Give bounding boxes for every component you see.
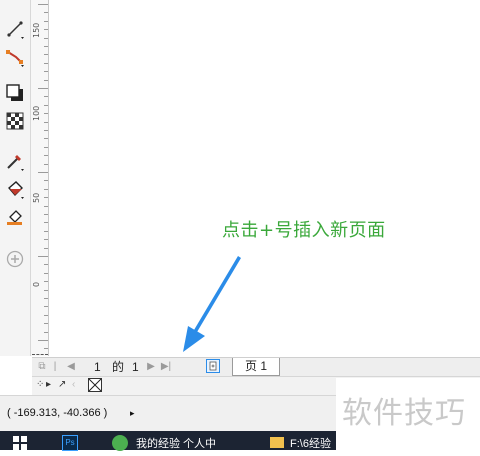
ruler-label: 0 (32, 281, 41, 287)
ruler-tick (44, 298, 48, 299)
ruler-tick (44, 20, 48, 22)
ruler-tick (44, 71, 48, 73)
annotation-text: 点击+号插入新页面 (222, 220, 386, 241)
connector-tool-icon[interactable] (4, 46, 26, 68)
add-page-button[interactable] (206, 359, 220, 373)
ruler-tick (44, 79, 48, 81)
eyedropper-tool-icon[interactable] (4, 150, 26, 172)
ruler-tick (44, 306, 48, 308)
ruler-tick (44, 230, 48, 232)
total-page-number: 1 (132, 360, 139, 374)
ruler-tick (38, 4, 48, 5)
ruler-tick (44, 96, 48, 98)
ruler-tick (44, 281, 48, 283)
no-color-swatch[interactable] (88, 378, 102, 392)
folder-icon[interactable] (270, 433, 286, 450)
ruler-tick (44, 113, 48, 115)
ruler-tick (44, 239, 48, 241)
fill-tool-icon[interactable] (4, 178, 26, 200)
windows-taskbar: Ps 我的经验 个人中 F:\6经验 (0, 431, 336, 451)
ruler-tick (38, 256, 48, 257)
photoshop-icon[interactable]: Ps (62, 433, 82, 451)
ruler-tick (44, 104, 48, 106)
ruler-tick (44, 155, 48, 157)
smart-fill-tool-icon[interactable] (4, 206, 26, 228)
ruler-tick (44, 130, 48, 131)
ruler-tick (44, 314, 48, 316)
ruler-tick (44, 138, 48, 140)
ruler-label: 100 (32, 105, 41, 121)
add-page-icon (209, 361, 217, 371)
ruler-tick (44, 146, 48, 148)
ruler-tick (44, 331, 48, 333)
browser-icon[interactable] (112, 433, 132, 451)
chevron-left-icon[interactable]: ‹ (72, 379, 75, 390)
current-page-number: 1 (94, 360, 101, 374)
taskbar-item-label[interactable]: F:\6经验 (290, 435, 331, 451)
ruler-tick (44, 214, 48, 215)
ruler-tick (38, 88, 48, 89)
ruler-tick (44, 29, 48, 31)
scroll-left-icon[interactable]: ⁘ (36, 379, 44, 390)
page-border-dash (32, 354, 48, 355)
ruler-tick (44, 121, 48, 123)
next-page-icon[interactable]: ▶ (146, 360, 156, 374)
ruler-tick (44, 348, 48, 350)
arrow-right-icon[interactable]: ▸ (46, 379, 51, 390)
add-tool-icon[interactable] (4, 248, 26, 270)
ruler-tick (44, 54, 48, 56)
cursor-coordinates: ( -169.313, -40.366 ) (7, 407, 108, 419)
watermark: 软件技巧 (336, 378, 480, 450)
toolbox (0, 0, 31, 356)
ruler-label: 150 (32, 22, 41, 38)
ruler-tick (44, 264, 48, 266)
ruler-tick (44, 222, 48, 224)
ruler-tick (38, 172, 48, 173)
status-expand-icon[interactable]: ▸ (130, 408, 135, 419)
ruler-tick (44, 205, 48, 207)
ruler-tick (44, 272, 48, 274)
windows-start-icon[interactable] (12, 433, 32, 450)
page-tab-1[interactable]: 页 1 (232, 358, 280, 376)
prev-page-icon[interactable]: ◀ (66, 360, 76, 374)
page-of-label: 的 (112, 360, 125, 374)
vertical-ruler: 150 100 50 0 (31, 0, 49, 356)
line-tool-icon[interactable] (4, 18, 26, 40)
pen-icon[interactable]: ↗ (58, 379, 66, 390)
ruler-tick (44, 12, 48, 14)
drawing-canvas[interactable] (49, 0, 480, 356)
ruler-tick (44, 62, 48, 64)
last-page-icon[interactable]: ▶| (160, 360, 172, 374)
taskbar-item-label[interactable]: 我的经验 个人中 (136, 435, 216, 451)
ruler-tick (38, 340, 48, 341)
ruler-tick (44, 323, 48, 325)
transparency-tool-icon[interactable] (4, 110, 26, 132)
first-page-icon[interactable]: |◀ (50, 360, 60, 386)
ruler-tick (44, 289, 48, 291)
ruler-tick (44, 247, 48, 249)
ruler-tick (44, 37, 48, 39)
ruler-label: 50 (32, 192, 41, 203)
ruler-tick (44, 46, 48, 47)
ruler-tick (44, 180, 48, 182)
page-options-icon[interactable]: ⧉ (36, 360, 48, 374)
ruler-tick (44, 163, 48, 165)
none-icon (89, 379, 101, 391)
page-navigation-bar: ⧉ |◀ ◀ 1 的 1 ▶ ▶| 页 1 (32, 357, 480, 386)
ruler-tick (44, 197, 48, 199)
ruler-tick (44, 188, 48, 190)
shadow-tool-icon[interactable] (4, 82, 26, 104)
